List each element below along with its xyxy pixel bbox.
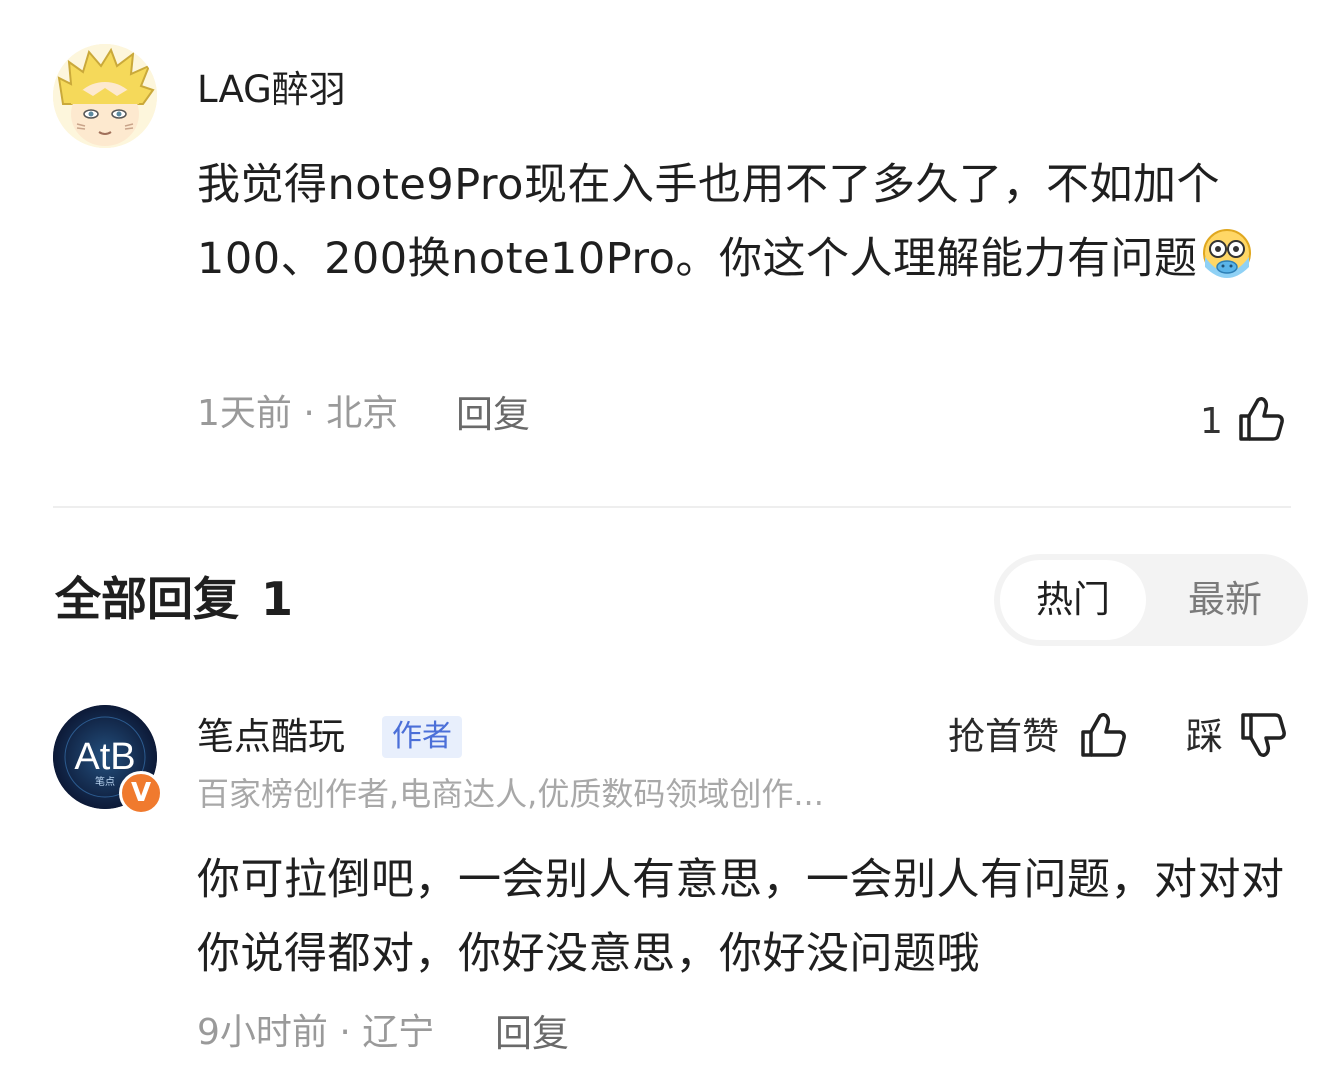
section-divider — [53, 506, 1291, 508]
comment-reply-button[interactable]: 回复 — [456, 396, 530, 433]
replies-section-title: 全部回复 1 — [55, 576, 293, 622]
thumbs-down-icon[interactable] — [1238, 710, 1288, 760]
grab-first-like-label[interactable]: 抢首赞 — [948, 718, 1059, 755]
anime-avatar-icon — [53, 44, 157, 148]
reply-user-avatar[interactable]: AtB 笔点 V — [53, 705, 163, 815]
sort-hot-tab[interactable]: 热门 — [1000, 560, 1146, 640]
avatar-logo-subtext: 笔点 — [95, 775, 115, 788]
author-badge: 作者 — [382, 716, 462, 758]
reply-reply-button[interactable]: 回复 — [495, 1015, 569, 1052]
avatar-logo-text: AtB — [74, 736, 135, 778]
sort-toggle: 热门 最新 — [994, 554, 1308, 646]
sort-newest-tab[interactable]: 最新 — [1152, 560, 1298, 640]
thumbs-up-icon[interactable] — [1078, 710, 1128, 760]
reply-user-subtitle: 百家榜创作者,电商达人,优质数码领域创作... — [197, 775, 824, 813]
comment-body: 我觉得note9Pro现在入手也用不了多久了，不如加个100、200换note1… — [197, 160, 1220, 284]
like-count: 1 — [1200, 401, 1223, 442]
replies-count: 1 — [261, 572, 294, 626]
comment-username[interactable]: LAG醉羽 — [197, 71, 346, 108]
comment-time-location: 1天前 · 北京 — [197, 393, 399, 434]
reply-text: 你可拉倒吧，一会别人有意思，一会别人有问题，对对对你说得都对，你好没意思，你好没… — [197, 855, 1285, 979]
verified-badge-icon: V — [119, 771, 163, 815]
comment-text: 我觉得note9Pro现在入手也用不了多久了，不如加个100、200换note1… — [197, 148, 1287, 296]
dislike-label[interactable]: 踩 — [1186, 718, 1223, 755]
reply-username[interactable]: 笔点酷玩 — [197, 718, 345, 755]
thumbs-up-icon[interactable] — [1236, 394, 1286, 444]
replies-title-label: 全部回复 — [55, 572, 239, 626]
reply-time-location: 9小时前 · 辽宁 — [197, 1012, 435, 1053]
user-avatar[interactable] — [53, 44, 157, 148]
scared-face-emoji-icon — [1199, 227, 1255, 283]
